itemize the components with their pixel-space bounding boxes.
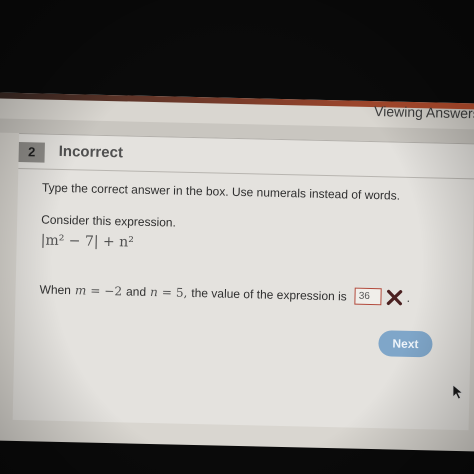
- app-screen: Viewing Answers 2 Incorrect Type the cor…: [0, 92, 474, 452]
- answer-input[interactable]: 36: [354, 287, 382, 306]
- question-card: 2 Incorrect Type the correct answer in t…: [12, 132, 474, 431]
- m-value: −2: [104, 283, 123, 298]
- equals-sign: =: [90, 283, 101, 298]
- consider-text: Consider this expression.: [41, 212, 177, 230]
- question-prompt: When m = −2 and n = 5, the value of the …: [39, 281, 410, 306]
- result-status: Incorrect: [58, 142, 124, 162]
- prompt-and: and: [125, 283, 147, 299]
- n-value: 5,: [175, 285, 188, 300]
- mouse-cursor-icon: [452, 384, 464, 400]
- prompt-suffix: the value of the expression is: [191, 285, 347, 303]
- math-expression: |m² − 7| + n²: [40, 232, 134, 251]
- viewing-answers-label: Viewing Answers: [373, 103, 474, 122]
- equals-sign: =: [161, 284, 173, 300]
- prompt-period: .: [406, 290, 411, 305]
- instruction-text: Type the correct answer in the box. Use …: [41, 180, 401, 203]
- variable-m: m: [74, 282, 87, 298]
- prompt-when: When: [39, 282, 72, 297]
- next-button[interactable]: Next: [378, 330, 433, 358]
- question-number: 2: [18, 141, 45, 163]
- divider: [18, 167, 474, 180]
- x-icon: [387, 289, 403, 305]
- variable-n: n: [149, 284, 159, 299]
